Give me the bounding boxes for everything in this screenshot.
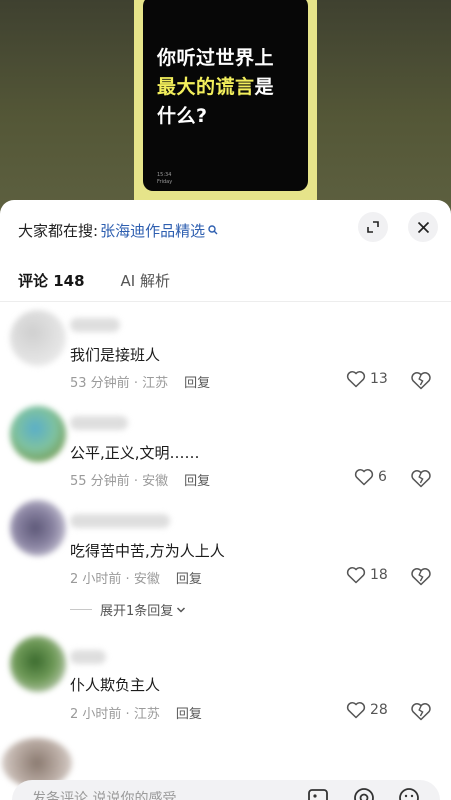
comment-meta: 55 分钟前 · 安徽 回复 [70, 474, 211, 489]
comment-meta: 2 小时前 · 江苏 回复 [70, 707, 202, 722]
close-button[interactable] [408, 212, 438, 242]
username-blurred[interactable] [70, 416, 128, 430]
reply-button[interactable]: 回复 [184, 376, 210, 391]
comment-meta: 53 分钟前 · 江苏 回复 [70, 376, 211, 391]
trending-search-link[interactable]: 张海迪作品精选 [100, 220, 205, 241]
username-blurred[interactable] [70, 318, 120, 332]
video-caption-line-3: 什么? [157, 105, 208, 127]
broken-heart-icon[interactable] [410, 371, 432, 390]
heart-icon [346, 371, 366, 388]
tab-comments[interactable]: 评论 148 [18, 270, 85, 291]
comment-tabs: 评论 148 AI 解析 [18, 270, 206, 291]
avatar[interactable] [10, 500, 66, 556]
divider [0, 301, 451, 302]
comment-sheet: 大家都在搜: 张海迪作品精选 评论 148 AI 解析 我们是接班人 53 分钟… [0, 200, 451, 800]
trending-search-label: 大家都在搜: [18, 221, 99, 240]
like-count: 28 [370, 702, 388, 718]
like-button[interactable]: 28 [346, 701, 388, 719]
search-icon [208, 225, 218, 235]
like-button[interactable]: 13 [346, 370, 388, 388]
username-blurred[interactable] [70, 514, 170, 528]
comment-meta: 2 小时前 · 安徽 回复 [70, 572, 202, 587]
avatar[interactable] [10, 406, 66, 462]
divider [70, 609, 92, 610]
comment-item: 仆人欺负主人 2 小时前 · 江苏 回复 28 [0, 636, 451, 726]
like-count: 13 [370, 371, 388, 387]
close-icon [417, 221, 429, 233]
broken-heart-icon[interactable] [410, 702, 432, 721]
comment-item: 吃得苦中苦,方为人上人 2 小时前 · 安徽 回复 18 [0, 500, 451, 590]
tab-ai-analysis[interactable]: AI 解析 [121, 270, 170, 291]
avatar[interactable] [10, 310, 66, 366]
comment-item: 我们是接班人 53 分钟前 · 江苏 回复 13 [0, 304, 451, 394]
video-phone-clock: 15:34 Friday [157, 172, 173, 185]
like-count: 6 [378, 469, 387, 485]
heart-icon [346, 567, 366, 584]
comment-text: 仆人欺负主人 [70, 676, 161, 694]
video-player[interactable]: 你听过世界上 最大的谎言是 什么? 15:34 Friday [0, 0, 451, 215]
image-icon[interactable] [306, 786, 330, 800]
avatar[interactable] [10, 636, 66, 692]
expand-replies-button[interactable]: 展开1条回复 [70, 600, 186, 619]
video-caption-line-2: 最大的谎言是 [157, 76, 275, 98]
like-button[interactable]: 18 [346, 566, 388, 584]
expand-button[interactable] [358, 212, 388, 242]
reply-button[interactable]: 回复 [176, 707, 202, 722]
like-count: 18 [370, 567, 388, 583]
comment-text: 公平,正义,文明…… [70, 444, 200, 462]
reply-button[interactable]: 回复 [184, 474, 210, 489]
expand-replies-label: 展开1条回复 [100, 604, 174, 619]
comment-text: 吃得苦中苦,方为人上人 [70, 542, 225, 560]
expand-icon [367, 221, 379, 233]
comment-item: 公平,正义,文明…… 55 分钟前 · 安徽 回复 6 [0, 402, 451, 492]
like-button[interactable]: 6 [354, 468, 387, 486]
trending-search[interactable]: 大家都在搜: 张海迪作品精选 [18, 218, 218, 242]
video-caption-line-1: 你听过世界上 [157, 47, 275, 69]
at-mention-icon[interactable] [352, 786, 376, 800]
emoji-icon[interactable] [397, 786, 421, 800]
comment-text: 我们是接班人 [70, 346, 161, 364]
chevron-down-icon [177, 606, 186, 613]
broken-heart-icon[interactable] [410, 469, 432, 488]
comment-input-placeholder: 发条评论,说说你的感受 [32, 791, 177, 800]
heart-icon [354, 469, 374, 486]
broken-heart-icon[interactable] [410, 567, 432, 586]
reply-button[interactable]: 回复 [176, 572, 202, 587]
heart-icon [346, 702, 366, 719]
username-blurred[interactable] [70, 650, 106, 664]
